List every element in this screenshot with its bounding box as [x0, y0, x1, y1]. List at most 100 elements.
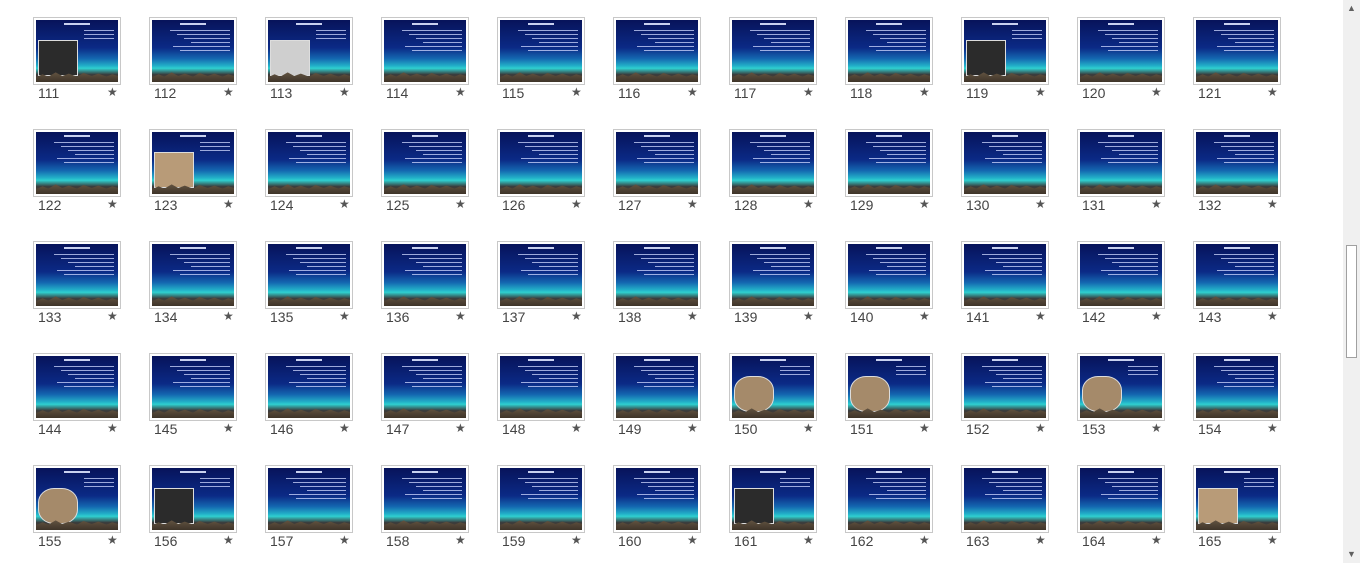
animation-star-icon[interactable]: ★ — [687, 85, 698, 99]
animation-star-icon[interactable]: ★ — [1151, 85, 1162, 99]
animation-star-icon[interactable]: ★ — [1035, 85, 1046, 99]
slide-thumbnail-item[interactable]: 149 ★ — [613, 353, 732, 450]
slide-thumbnail-item[interactable]: 111 ★ — [33, 17, 152, 114]
slide-thumbnail-item[interactable]: 125 ★ — [381, 129, 500, 226]
slide-thumbnail-item[interactable]: 148 ★ — [497, 353, 616, 450]
slide-thumbnail-item[interactable]: 129 ★ — [845, 129, 964, 226]
slide-thumbnail-item[interactable]: 163 ★ — [961, 465, 1080, 562]
animation-star-icon[interactable]: ★ — [107, 421, 118, 435]
slide-thumbnail[interactable] — [265, 17, 353, 85]
slide-thumbnail-item[interactable]: 130 ★ — [961, 129, 1080, 226]
slide-thumbnail[interactable] — [381, 129, 469, 197]
slide-thumbnail-item[interactable]: 114 ★ — [381, 17, 500, 114]
slide-thumbnail[interactable] — [1077, 241, 1165, 309]
slide-thumbnail-item[interactable]: 121 ★ — [1193, 17, 1312, 114]
slide-thumbnail[interactable] — [845, 465, 933, 533]
animation-star-icon[interactable]: ★ — [803, 309, 814, 323]
slide-thumbnail[interactable] — [845, 353, 933, 421]
slide-thumbnail-item[interactable]: 124 ★ — [265, 129, 384, 226]
slide-thumbnail[interactable] — [729, 129, 817, 197]
slide-thumbnail-item[interactable]: 135 ★ — [265, 241, 384, 338]
animation-star-icon[interactable]: ★ — [803, 197, 814, 211]
animation-star-icon[interactable]: ★ — [571, 309, 582, 323]
slide-thumbnail[interactable] — [265, 353, 353, 421]
animation-star-icon[interactable]: ★ — [339, 421, 350, 435]
animation-star-icon[interactable]: ★ — [107, 197, 118, 211]
slide-thumbnail[interactable] — [961, 17, 1049, 85]
animation-star-icon[interactable]: ★ — [1035, 197, 1046, 211]
slide-thumbnail[interactable] — [845, 241, 933, 309]
animation-star-icon[interactable]: ★ — [1267, 309, 1278, 323]
slide-thumbnail[interactable] — [613, 17, 701, 85]
slide-thumbnail-item[interactable]: 128 ★ — [729, 129, 848, 226]
slide-thumbnail-item[interactable]: 115 ★ — [497, 17, 616, 114]
slide-thumbnail[interactable] — [961, 129, 1049, 197]
animation-star-icon[interactable]: ★ — [223, 85, 234, 99]
slide-thumbnail[interactable] — [1193, 465, 1281, 533]
slide-thumbnail-item[interactable]: 146 ★ — [265, 353, 384, 450]
slide-thumbnail[interactable] — [149, 465, 237, 533]
slide-thumbnail[interactable] — [1193, 17, 1281, 85]
animation-star-icon[interactable]: ★ — [1035, 421, 1046, 435]
slide-thumbnail[interactable] — [381, 241, 469, 309]
animation-star-icon[interactable]: ★ — [919, 197, 930, 211]
slide-thumbnail-item[interactable]: 154 ★ — [1193, 353, 1312, 450]
slide-thumbnail-item[interactable]: 165 ★ — [1193, 465, 1312, 562]
animation-star-icon[interactable]: ★ — [455, 309, 466, 323]
slide-thumbnail[interactable] — [1077, 353, 1165, 421]
animation-star-icon[interactable]: ★ — [339, 197, 350, 211]
animation-star-icon[interactable]: ★ — [571, 197, 582, 211]
animation-star-icon[interactable]: ★ — [1267, 421, 1278, 435]
slide-thumbnail[interactable] — [149, 129, 237, 197]
scroll-thumb[interactable] — [1346, 245, 1357, 358]
slide-thumbnail-item[interactable]: 119 ★ — [961, 17, 1080, 114]
slide-thumbnail[interactable] — [149, 353, 237, 421]
slide-thumbnail-item[interactable]: 122 ★ — [33, 129, 152, 226]
slide-thumbnail[interactable] — [149, 241, 237, 309]
animation-star-icon[interactable]: ★ — [339, 309, 350, 323]
slide-thumbnail-item[interactable]: 127 ★ — [613, 129, 732, 226]
slide-thumbnail[interactable] — [265, 465, 353, 533]
animation-star-icon[interactable]: ★ — [1267, 85, 1278, 99]
slide-thumbnail-item[interactable]: 141 ★ — [961, 241, 1080, 338]
animation-star-icon[interactable]: ★ — [1035, 309, 1046, 323]
animation-star-icon[interactable]: ★ — [803, 421, 814, 435]
slide-thumbnail-item[interactable]: 152 ★ — [961, 353, 1080, 450]
slide-thumbnail[interactable] — [961, 465, 1049, 533]
slide-thumbnail[interactable] — [33, 129, 121, 197]
slide-thumbnail[interactable] — [613, 353, 701, 421]
slide-thumbnail[interactable] — [33, 465, 121, 533]
animation-star-icon[interactable]: ★ — [107, 85, 118, 99]
slide-thumbnail-item[interactable]: 157 ★ — [265, 465, 384, 562]
slide-thumbnail-item[interactable]: 155 ★ — [33, 465, 152, 562]
animation-star-icon[interactable]: ★ — [455, 421, 466, 435]
animation-star-icon[interactable]: ★ — [107, 309, 118, 323]
slide-thumbnail[interactable] — [497, 465, 585, 533]
animation-star-icon[interactable]: ★ — [919, 533, 930, 547]
slide-thumbnail[interactable] — [1077, 17, 1165, 85]
slide-thumbnail-item[interactable]: 151 ★ — [845, 353, 964, 450]
slide-thumbnail[interactable] — [33, 241, 121, 309]
slide-thumbnail[interactable] — [1193, 129, 1281, 197]
animation-star-icon[interactable]: ★ — [803, 85, 814, 99]
slide-thumbnail[interactable] — [497, 129, 585, 197]
animation-star-icon[interactable]: ★ — [339, 85, 350, 99]
animation-star-icon[interactable]: ★ — [687, 533, 698, 547]
animation-star-icon[interactable]: ★ — [919, 421, 930, 435]
animation-star-icon[interactable]: ★ — [1267, 197, 1278, 211]
slide-thumbnail[interactable] — [613, 465, 701, 533]
slide-thumbnail-item[interactable]: 126 ★ — [497, 129, 616, 226]
slide-thumbnail[interactable] — [613, 129, 701, 197]
slide-thumbnail[interactable] — [381, 17, 469, 85]
slide-thumbnail[interactable] — [1193, 353, 1281, 421]
slide-thumbnail-item[interactable]: 113 ★ — [265, 17, 384, 114]
animation-star-icon[interactable]: ★ — [455, 197, 466, 211]
slide-thumbnail[interactable] — [729, 241, 817, 309]
animation-star-icon[interactable]: ★ — [687, 197, 698, 211]
animation-star-icon[interactable]: ★ — [919, 309, 930, 323]
slide-thumbnail-item[interactable]: 150 ★ — [729, 353, 848, 450]
animation-star-icon[interactable]: ★ — [1035, 533, 1046, 547]
slide-thumbnail[interactable] — [381, 353, 469, 421]
slide-thumbnail[interactable] — [149, 17, 237, 85]
slide-thumbnail[interactable] — [729, 465, 817, 533]
